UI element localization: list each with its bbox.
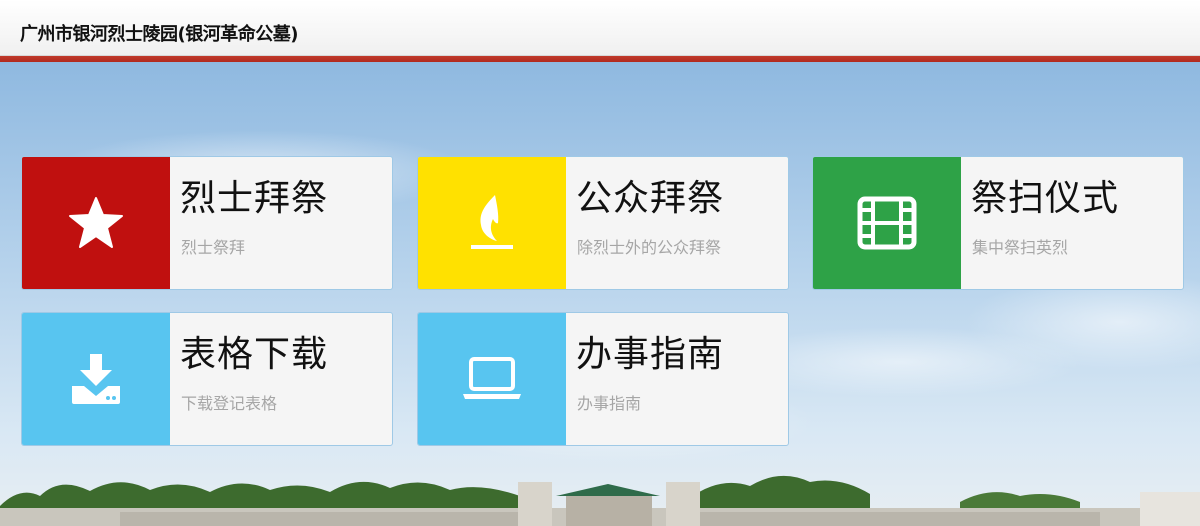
memorial-scenery-image <box>0 475 1200 526</box>
download-icon <box>72 354 120 404</box>
tile-title: 烈士拜祭 <box>180 178 329 219</box>
tile-title: 办事指南 <box>576 334 725 375</box>
laptop-icon <box>463 357 521 399</box>
tile-subtitle: 除烈士外的公众拜祭 <box>577 238 722 257</box>
tile-icon-box <box>813 157 961 289</box>
tile-icon-box <box>22 313 170 445</box>
background-photo <box>0 62 1200 526</box>
page-title: 广州市银河烈士陵园(银河革命公墓) <box>20 24 298 45</box>
tile-subtitle: 烈士祭拜 <box>181 238 246 257</box>
tile-martyr-worship[interactable]: 烈士拜祭 烈士祭拜 <box>21 156 393 290</box>
flame-icon <box>471 195 513 249</box>
tile-form-download[interactable]: 表格下载 下载登记表格 <box>21 312 393 446</box>
tile-subtitle: 集中祭扫英烈 <box>972 238 1069 257</box>
tile-subtitle: 下载登记表格 <box>181 394 278 413</box>
tile-title: 祭扫仪式 <box>971 178 1120 219</box>
tile-icon-box <box>418 157 566 289</box>
tile-subtitle: 办事指南 <box>577 394 642 413</box>
header: 广州市银河烈士陵园(银河革命公墓) <box>0 0 1200 56</box>
star-icon <box>69 197 123 248</box>
tile-title: 表格下载 <box>180 334 329 375</box>
tile-title: 公众拜祭 <box>576 178 725 219</box>
tile-public-worship[interactable]: 公众拜祭 除烈士外的公众拜祭 <box>417 156 789 290</box>
tile-icon-box <box>22 157 170 289</box>
tile-service-guide[interactable]: 办事指南 办事指南 <box>417 312 789 446</box>
film-icon <box>857 196 917 250</box>
tile-icon-box <box>418 313 566 445</box>
tile-memorial-ceremony[interactable]: 祭扫仪式 集中祭扫英烈 <box>812 156 1184 290</box>
